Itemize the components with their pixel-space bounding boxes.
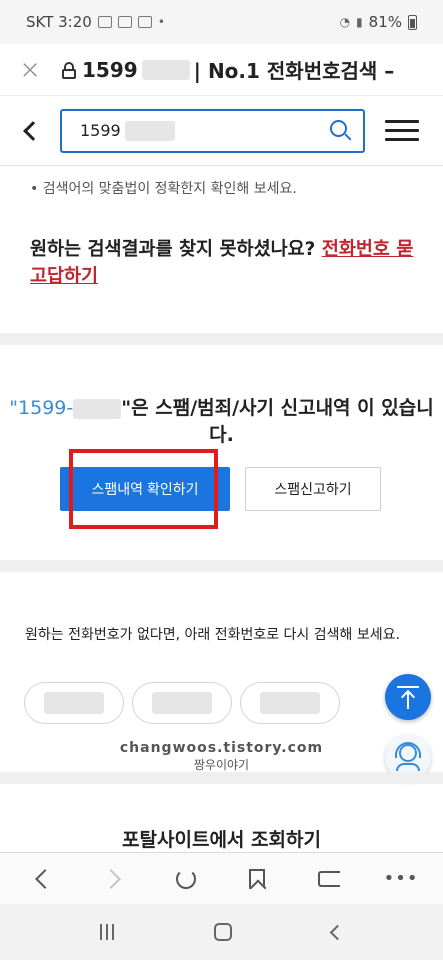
not-found-text: 원하는 검색결과를 찾지 못하셨나요?: [30, 239, 316, 260]
lock-icon: [60, 61, 78, 79]
watermark-url: changwoos.tistory.com: [119, 740, 324, 756]
spam-message-text: "은 스팸/범죄/사기 신고내역 이 있습니다.: [121, 397, 434, 446]
redacted-number: [44, 692, 104, 714]
browser-url-bar: × 1599 | No.1 전화번호검색 –: [0, 44, 443, 96]
bookmark-icon: [249, 868, 266, 889]
browser-toolbar: •••: [0, 852, 443, 904]
site-header: 1599: [0, 96, 443, 166]
spam-message: "1599- "은 스팸/범죄/사기 신고내역 이 있습니다.: [0, 395, 443, 449]
chevron-left-icon: [23, 120, 43, 141]
spam-number-prefix: 1599-: [18, 397, 74, 419]
watermark-name: 짱우이야기: [193, 758, 250, 772]
redacted-number: [260, 692, 320, 714]
search-tip: • 검색어의 맞춤법이 정확한지 확인해 보세요.: [30, 181, 297, 197]
more-icon: •••: [383, 868, 419, 889]
reload-button[interactable]: [164, 857, 208, 901]
report-spam-button[interactable]: 스팸신고하기: [245, 467, 381, 511]
share-icon: [318, 870, 341, 887]
recent-apps-button[interactable]: [100, 924, 114, 940]
more-options-button[interactable]: •••: [379, 857, 423, 901]
arrow-up-icon: [397, 686, 419, 688]
search-value-prefix: 1599: [80, 121, 121, 140]
portal-search-title: 포탈사이트에서 조회하기: [122, 829, 321, 851]
status-left: SKT 3:20 •: [26, 13, 165, 31]
alternative-number-chip[interactable]: [24, 682, 124, 724]
scroll-to-top-button[interactable]: [385, 674, 431, 720]
gallery-icon: [97, 16, 112, 28]
home-button[interactable]: [214, 923, 232, 941]
wifi-icon: ◔: [339, 15, 351, 29]
redacted-number: [124, 120, 175, 141]
redacted-number: [152, 692, 212, 714]
browser-forward-button[interactable]: [92, 857, 136, 901]
notification-icon: [117, 16, 132, 28]
annotation-highlight-box: [69, 449, 218, 529]
search-input[interactable]: 1599: [60, 108, 365, 153]
reload-icon: [175, 868, 196, 889]
url-title-prefix: 1599: [82, 57, 138, 82]
alternative-numbers-text: 원하는 전화번호가 없다면, 아래 전화번호로 다시 검색해 보세요.: [25, 627, 400, 643]
close-tab-button[interactable]: ×: [0, 55, 60, 85]
status-bar: SKT 3:20 • ◔ ▮ 81%: [0, 0, 443, 44]
url-title-suffix: | No.1 전화번호검색 –: [193, 59, 395, 83]
bookmark-button[interactable]: [235, 857, 279, 901]
section-divider: [0, 333, 443, 345]
search-value: 1599: [80, 120, 175, 141]
section-divider: [0, 560, 443, 572]
system-back-button[interactable]: [329, 924, 346, 940]
status-dot: •: [157, 15, 165, 29]
share-button[interactable]: [307, 857, 351, 901]
alternative-number-chips: [24, 682, 340, 724]
status-right: ◔ ▮ 81%: [340, 13, 417, 31]
page-title-url[interactable]: 1599 | No.1 전화번호검색 –: [82, 55, 394, 84]
chevron-left-icon: [35, 868, 55, 889]
redacted-number: [141, 59, 190, 80]
signal-icon: ▮: [356, 15, 363, 29]
browser-back-button[interactable]: [20, 857, 64, 901]
back-button[interactable]: [0, 96, 60, 166]
app-icon: [137, 16, 152, 28]
chevron-right-icon: [100, 868, 121, 889]
carrier-time: SKT 3:20: [26, 13, 92, 31]
menu-button[interactable]: [385, 120, 419, 141]
android-nav-bar: [0, 904, 443, 960]
battery-percent: 81%: [368, 13, 402, 31]
section-divider: [0, 772, 443, 784]
redacted-number: [73, 398, 122, 419]
battery-icon: [408, 14, 417, 30]
alternative-number-chip[interactable]: [240, 682, 340, 724]
not-found-message: 원하는 검색결과를 찾지 못하셨나요? 전화번호 묻고답하기: [30, 236, 420, 290]
search-icon[interactable]: [329, 119, 353, 143]
alternative-number-chip[interactable]: [132, 682, 232, 724]
watermark: changwoos.tistory.com 짱우이야기: [0, 740, 443, 773]
quote-open: ": [9, 397, 19, 419]
